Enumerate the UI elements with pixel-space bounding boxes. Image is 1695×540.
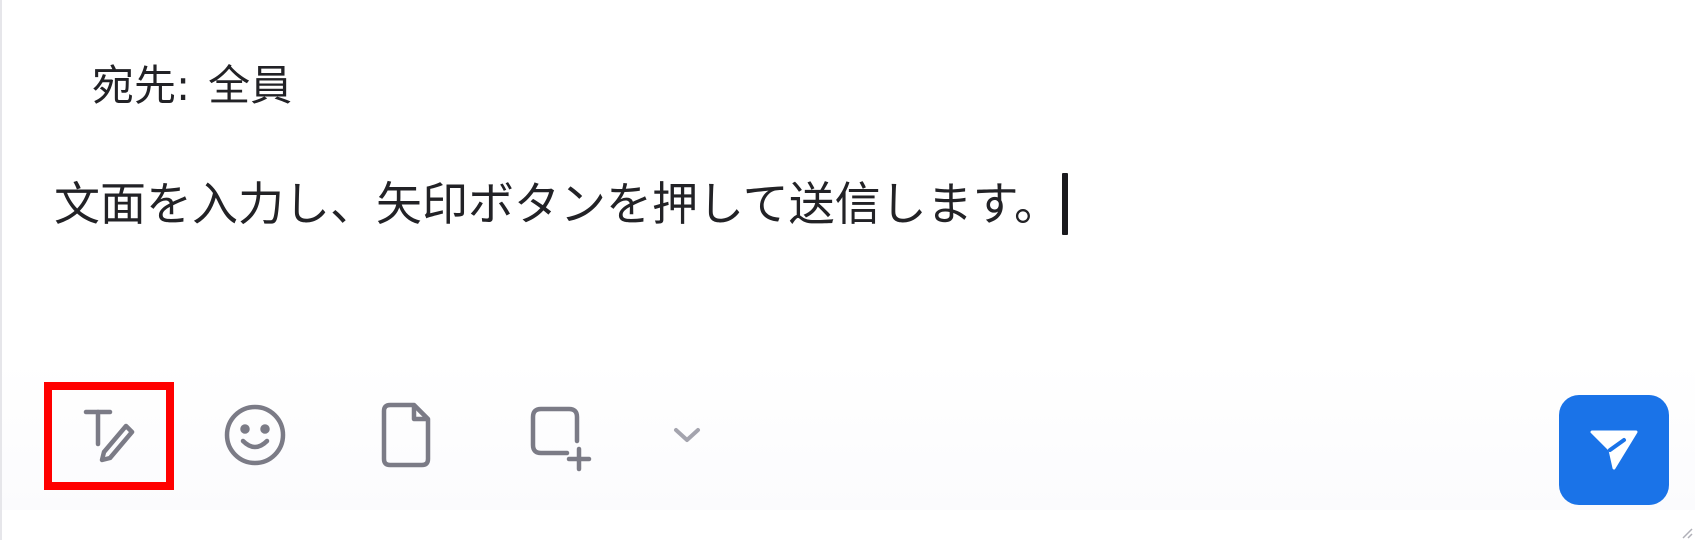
chat-composer: 宛先: 全員 文面を入力し、矢印ボタンを押して送信します。 [0,0,1695,540]
file-button[interactable] [362,390,452,480]
message-text: 文面を入力し、矢印ボタンを押して送信します。 [54,177,1061,231]
send-arrow-icon [1584,418,1644,482]
text-caret [1062,173,1069,235]
recipient-label: 宛先: [92,61,191,110]
composer-toolbar [2,360,1695,510]
text-format-icon [74,400,144,470]
file-icon [372,397,442,473]
chevron-down-icon [670,423,704,447]
message-input[interactable]: 文面を入力し、矢印ボタンを押して送信します。 [54,172,1069,236]
screenshot-options-dropdown[interactable] [662,390,712,480]
recipient-value[interactable]: 全員 [208,61,292,110]
text-format-button[interactable] [64,390,154,480]
recipient-line[interactable]: 宛先: 全員 [92,58,292,114]
screenshot-icon [521,397,597,473]
screenshot-button[interactable] [514,390,604,480]
emoji-button[interactable] [210,390,300,480]
send-button[interactable] [1559,395,1669,505]
emoji-icon [219,399,291,471]
resize-handle-icon[interactable] [1679,524,1693,539]
